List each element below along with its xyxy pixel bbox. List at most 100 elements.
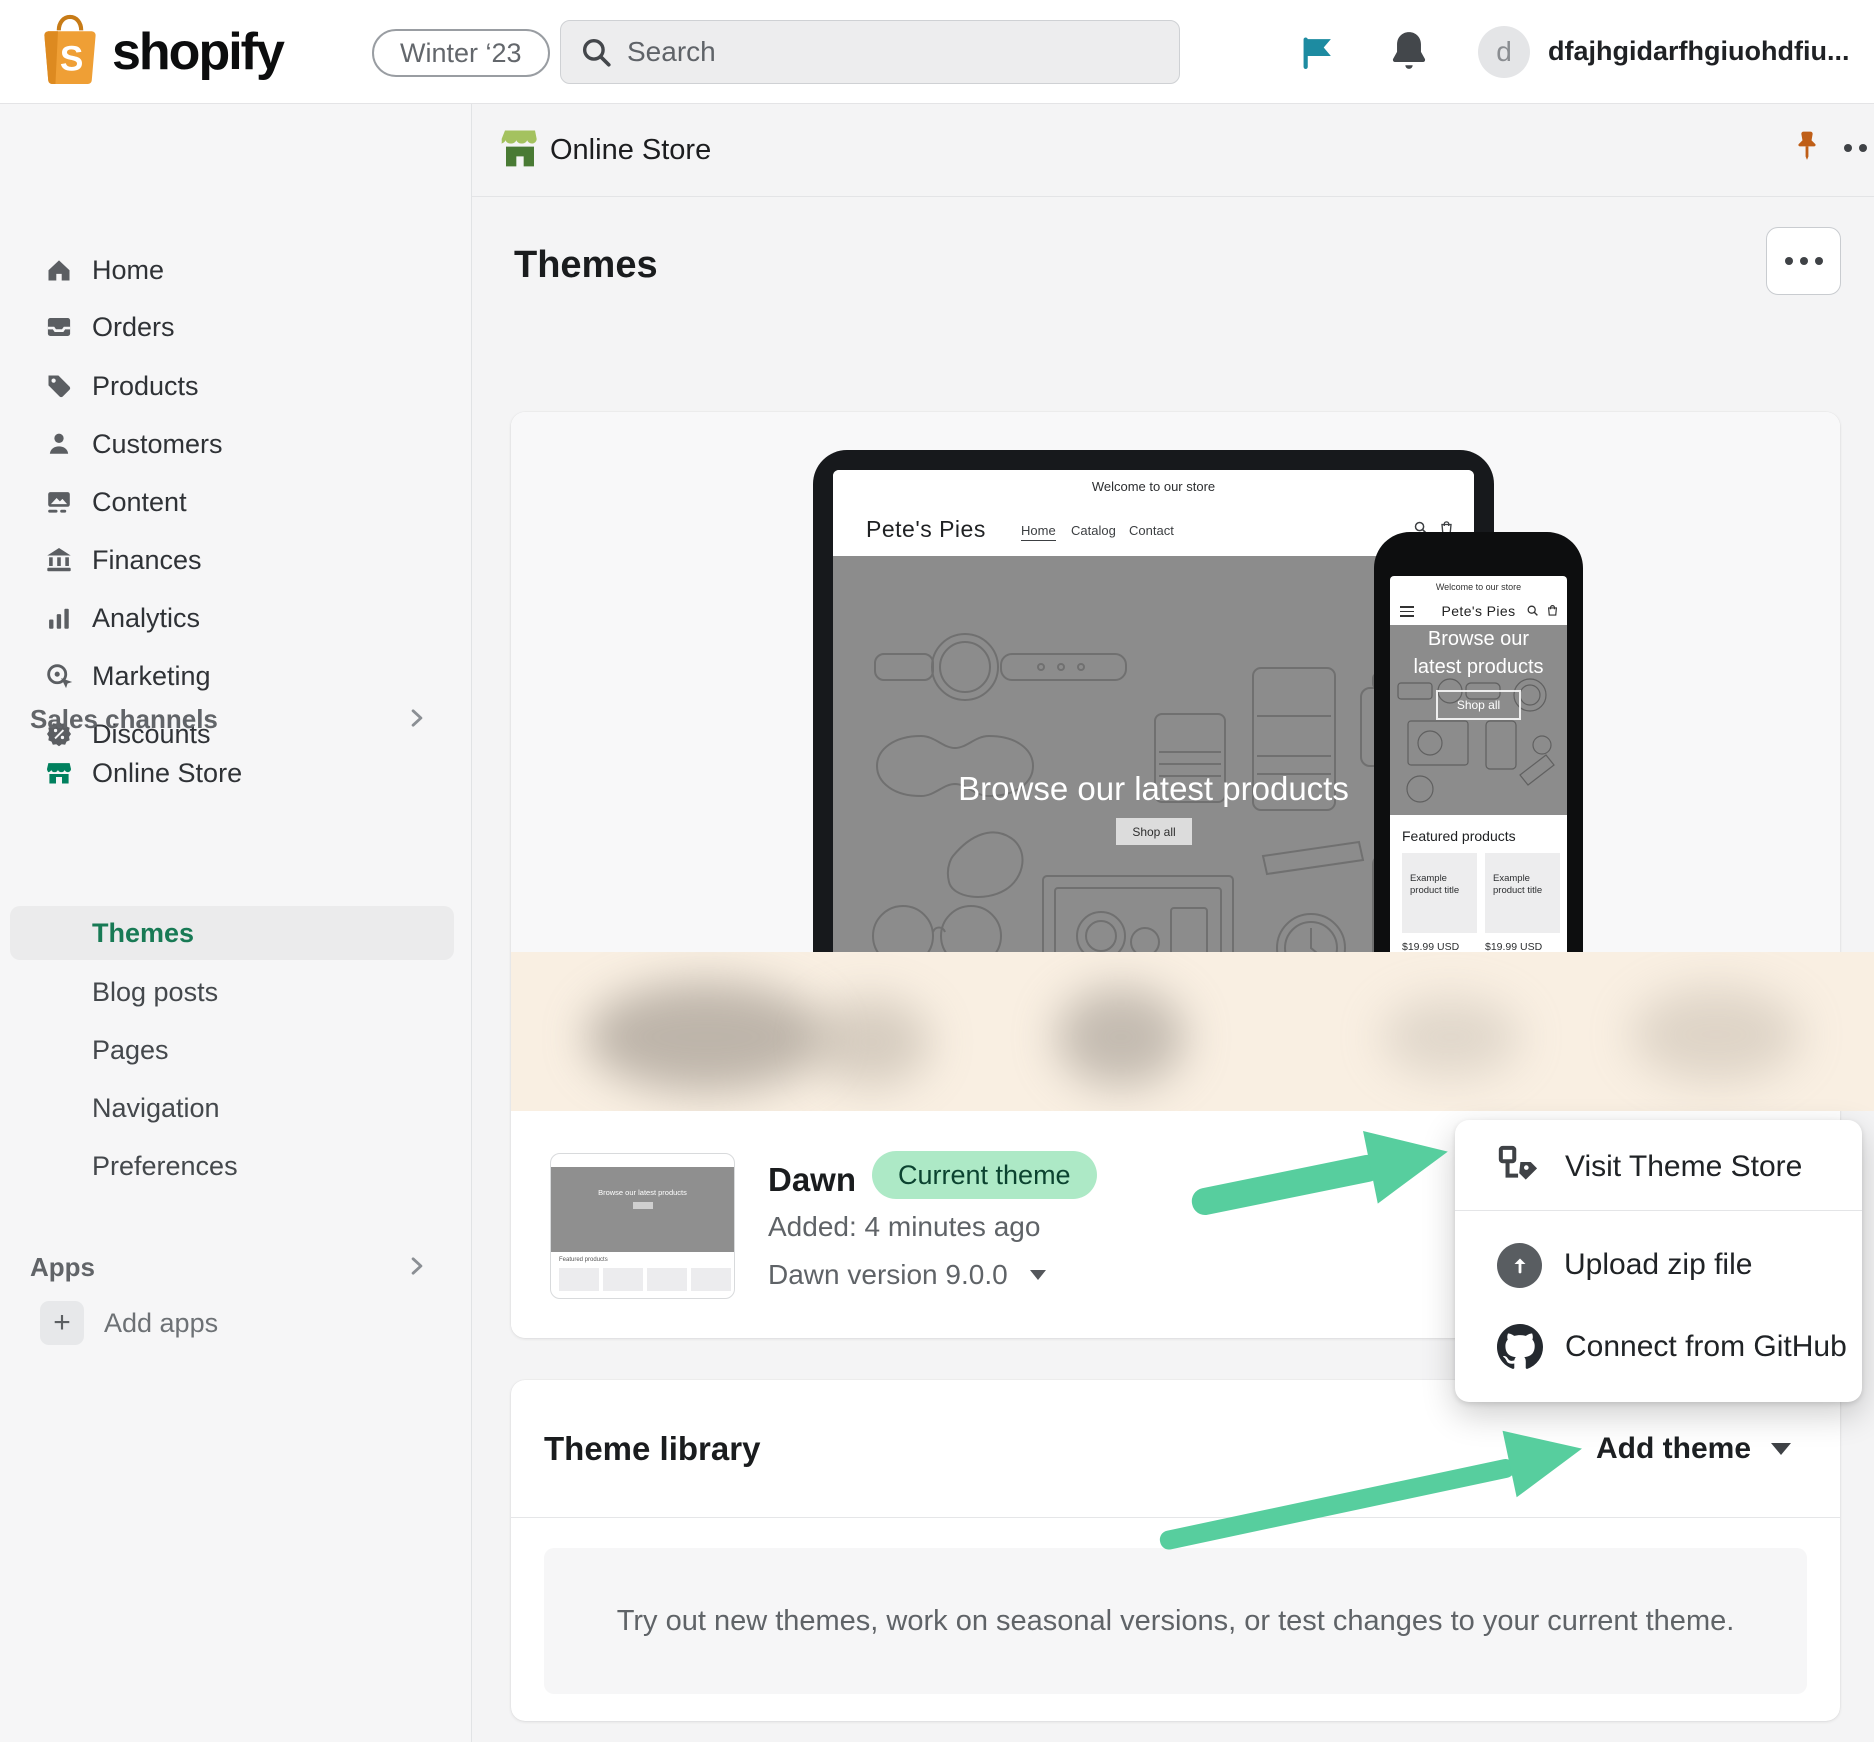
menu-item-connect-github[interactable]: Connect from GitHub <box>1455 1310 1862 1384</box>
add-theme-label: Add theme <box>1596 1432 1751 1466</box>
breadcrumb[interactable]: Online Store <box>550 134 711 167</box>
shopify-bag-icon[interactable]: S <box>38 14 102 90</box>
sidebar-item-label: Add apps <box>104 1308 218 1339</box>
thumbnail-hero <box>551 1167 734 1252</box>
shopify-admin: S shopify Winter ‘23 d dfajhgidarfhgiuoh… <box>0 0 1874 1742</box>
thumbnail-hero-text: Browse our latest products <box>551 1188 734 1197</box>
menu-item-upload-zip[interactable]: Upload zip file <box>1455 1228 1862 1302</box>
thumbnail-product <box>691 1268 731 1291</box>
chevron-down-icon <box>1771 1443 1791 1455</box>
more-actions-icon[interactable] <box>1844 144 1874 152</box>
menu-item-label: Connect from GitHub <box>1565 1330 1847 1364</box>
theme-name: Dawn <box>768 1161 856 1199</box>
theme-library-empty-state: Try out new themes, work on seasonal ver… <box>544 1548 1807 1694</box>
thumbnail-product <box>647 1268 687 1291</box>
sidebar-item-label: Analytics <box>92 603 200 634</box>
theme-version-dropdown[interactable]: Dawn version 9.0.0 <box>768 1259 1046 1291</box>
sidebar-item-pages[interactable]: Pages <box>0 1021 472 1079</box>
products-icon <box>44 371 74 401</box>
page-more-actions-button[interactable] <box>1766 227 1841 295</box>
upload-icon <box>1497 1243 1542 1288</box>
sidebar-item-preferences[interactable]: Preferences <box>0 1137 472 1195</box>
announcement-bar: Welcome to our store <box>833 470 1474 502</box>
theme-thumbnail: Browse our latest products Featured prod… <box>550 1153 735 1299</box>
search-input[interactable] <box>627 36 1161 68</box>
sidebar-item-label: Products <box>92 371 199 402</box>
sidebar-item-add-apps[interactable]: + Add apps <box>0 1294 472 1352</box>
phone-hero-image <box>1390 625 1567 815</box>
sidebar-item-label: Marketing <box>92 661 211 692</box>
store-name: Pete's Pies <box>1390 603 1567 619</box>
user-name[interactable]: dfajhgidarfhgiuohdfiu... <box>1548 36 1874 67</box>
menu-item-label: Visit Theme Store <box>1565 1150 1802 1184</box>
chevron-right-icon[interactable] <box>404 1253 430 1279</box>
content-icon <box>44 487 74 517</box>
tablet-store-header: Pete's Pies Home Catalog Contact <box>833 502 1474 556</box>
plus-icon: + <box>40 1301 84 1345</box>
nav-contact: Contact <box>1129 523 1174 538</box>
sidebar-item-finances[interactable]: Finances <box>0 531 472 589</box>
sidebar-item-orders[interactable]: Orders <box>0 298 472 356</box>
avatar[interactable]: d <box>1478 26 1530 78</box>
release-badge: Winter ‘23 <box>372 29 550 77</box>
sidebar-item-themes[interactable]: Themes <box>92 918 194 949</box>
sidebar-item-products[interactable]: Products <box>0 357 472 415</box>
theme-store-icon <box>1497 1144 1543 1190</box>
divider <box>511 1517 1840 1518</box>
add-theme-menu: Visit Theme Store Upload zip file Connec… <box>1455 1120 1862 1402</box>
sidebar-item-online-store[interactable]: Online Store <box>0 744 472 802</box>
sidebar-item-analytics[interactable]: Analytics <box>0 589 472 647</box>
finances-icon <box>44 545 74 575</box>
theme-library-empty-text: Try out new themes, work on seasonal ver… <box>617 1605 1735 1638</box>
sidebar-item-blog-posts[interactable]: Blog posts <box>0 963 472 1021</box>
sidebar-item-label: Blog posts <box>92 977 218 1008</box>
top-bar: S shopify Winter ‘23 d dfajhgidarfhgiuoh… <box>0 0 1874 104</box>
featured-heading: Featured products <box>1402 828 1516 844</box>
theme-version-label: Dawn version 9.0.0 <box>768 1259 1008 1291</box>
sidebar-item-label: Preferences <box>92 1151 238 1182</box>
theme-added-date: Added: 4 minutes ago <box>768 1211 1040 1243</box>
add-theme-button[interactable]: Add theme <box>1596 1432 1791 1466</box>
sidebar-item-themes-highlight <box>10 906 454 960</box>
analytics-icon <box>44 603 74 633</box>
orders-icon <box>44 312 74 342</box>
blurred-region <box>511 952 1874 1111</box>
cart-icon <box>1546 604 1559 617</box>
sidebar-item-label: Home <box>92 255 164 286</box>
store-name: Pete's Pies <box>866 516 986 543</box>
chevron-down-icon <box>1030 1270 1046 1280</box>
sidebar-item-home[interactable]: Home <box>0 241 472 299</box>
nav-home: Home <box>1021 523 1056 541</box>
apps-header: Apps <box>30 1252 95 1283</box>
flag-icon[interactable] <box>1296 32 1338 74</box>
sidebar-item-label: Online Store <box>92 758 242 789</box>
avatar-initial: d <box>1496 36 1512 68</box>
sidebar-item-label: Orders <box>92 312 175 343</box>
sidebar-item-customers[interactable]: Customers <box>0 415 472 473</box>
context-bar: Online Store <box>472 104 1874 197</box>
sidebar-item-content[interactable]: Content <box>0 473 472 531</box>
thumbnail-featured-text: Featured products <box>559 1257 608 1263</box>
shopify-wordmark[interactable]: shopify <box>112 22 283 82</box>
sidebar-item-label: Finances <box>92 545 202 576</box>
sidebar-item-navigation[interactable]: Navigation <box>0 1079 472 1137</box>
menu-item-label: Upload zip file <box>1564 1248 1752 1282</box>
svg-text:S: S <box>60 39 83 78</box>
chevron-right-icon[interactable] <box>404 705 430 731</box>
theme-library-title: Theme library <box>544 1430 760 1468</box>
menu-item-visit-theme-store[interactable]: Visit Theme Store <box>1455 1130 1862 1204</box>
product-card: Example product title <box>1402 853 1477 933</box>
theme-library-card: Theme library Add theme Try out new them… <box>511 1380 1840 1721</box>
nav-catalog: Catalog <box>1071 523 1116 538</box>
sidebar-item-label: Navigation <box>92 1093 220 1124</box>
bell-icon[interactable] <box>1386 28 1432 74</box>
global-search[interactable] <box>560 20 1180 84</box>
hero-line1: Browse our <box>1390 628 1567 651</box>
sidebar-item-label: Customers <box>92 429 223 460</box>
page-title: Themes <box>514 244 658 287</box>
sidebar-item-marketing[interactable]: Marketing <box>0 647 472 705</box>
product-card: Example product title <box>1485 853 1560 933</box>
pin-icon[interactable] <box>1790 130 1824 170</box>
github-icon <box>1497 1324 1543 1370</box>
shop-all-button: Shop all <box>1436 690 1521 720</box>
